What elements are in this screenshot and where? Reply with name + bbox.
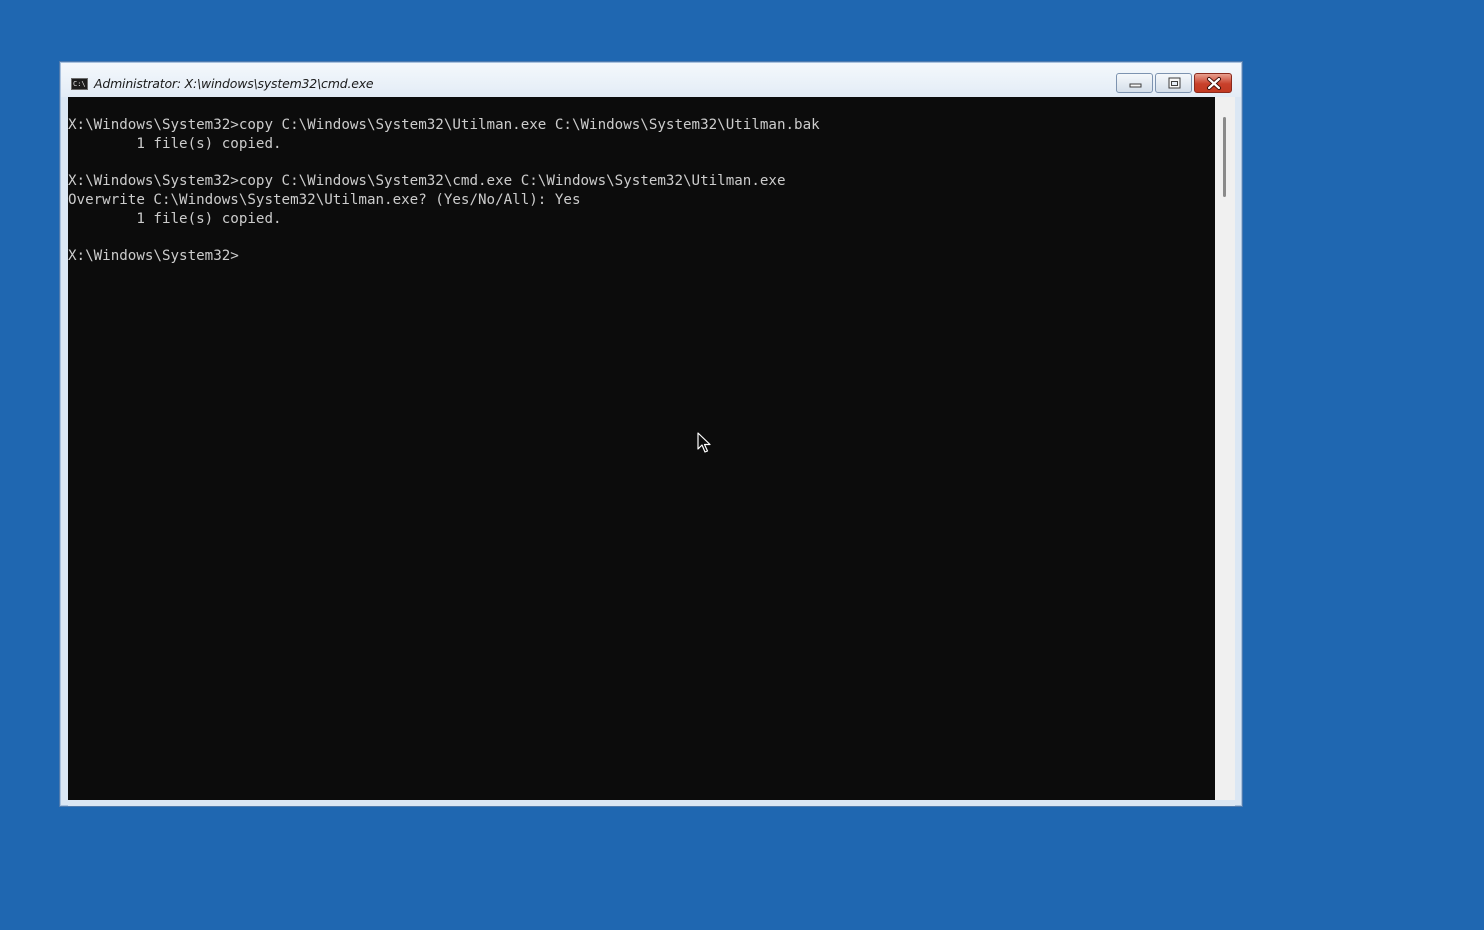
maximize-button[interactable] — [1155, 73, 1192, 93]
console-output[interactable]: X:\Windows\System32>copy C:\Windows\Syst… — [68, 97, 1215, 800]
console-line: X:\Windows\System32>copy C:\Windows\Syst… — [68, 173, 786, 190]
console-line: 1 file(s) copied. — [68, 210, 282, 227]
vertical-scrollbar[interactable] — [1215, 97, 1235, 800]
command-prompt[interactable]: X:\Windows\System32> — [68, 248, 239, 264]
console-line: X:\Windows\System32>copy C:\Windows\Syst… — [68, 117, 820, 133]
cmd-console-icon[interactable]: C:\ — [71, 78, 88, 90]
minimize-icon — [1129, 83, 1142, 88]
console-line: 1 file(s) copied. — [68, 135, 282, 152]
window-bottom-border — [68, 800, 1235, 806]
cmd-window[interactable]: C:\ Administrator: X:\windows\system32\c… — [59, 61, 1243, 807]
minimize-button[interactable] — [1116, 73, 1153, 93]
window-title: Administrator: X:\windows\system32\cmd.e… — [94, 76, 374, 91]
console-line: Overwrite C:\Windows\System32\Utilman.ex… — [68, 191, 581, 208]
maximize-icon — [1168, 77, 1181, 89]
close-icon — [1207, 77, 1221, 90]
mouse-pointer-icon — [697, 432, 711, 453]
title-bar[interactable]: C:\ Administrator: X:\windows\system32\c… — [61, 63, 1241, 97]
scrollbar-thumb[interactable] — [1223, 117, 1226, 197]
close-button[interactable] — [1194, 73, 1232, 93]
console-text: X:\Windows\System32>copy C:\Windows\Syst… — [68, 116, 820, 266]
